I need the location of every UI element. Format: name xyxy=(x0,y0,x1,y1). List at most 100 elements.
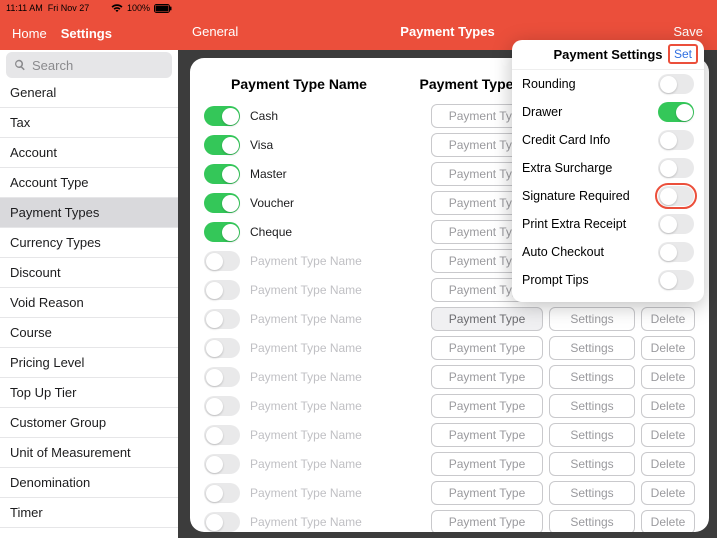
sidebar-item-payment-types[interactable]: Payment Types xyxy=(0,198,178,228)
row-toggle[interactable] xyxy=(204,135,240,155)
tab-general[interactable]: General xyxy=(192,24,238,39)
settings-button[interactable]: Settings xyxy=(549,510,635,532)
table-row: Payment Type Name Payment TypeSettingsDel… xyxy=(204,479,695,507)
row-name[interactable]: Master xyxy=(250,167,394,181)
payment-type-button[interactable]: Payment Type xyxy=(431,423,543,447)
battery-icon xyxy=(154,4,172,13)
option-toggle[interactable] xyxy=(658,186,694,206)
search-placeholder: Search xyxy=(32,58,73,73)
delete-button[interactable]: Delete xyxy=(641,365,695,389)
main: General Payment Types Save Payment Type … xyxy=(178,0,717,538)
popover-set-button[interactable]: Set xyxy=(668,44,698,64)
sidebar-list: GeneralTaxAccountAccount TypePayment Typ… xyxy=(0,78,178,538)
sidebar-item-customer-group[interactable]: Customer Group xyxy=(0,408,178,438)
delete-button[interactable]: Delete xyxy=(641,452,695,476)
table-row: Payment Type Name Payment TypeSettingsDel… xyxy=(204,392,695,420)
sidebar-item-timer[interactable]: Timer xyxy=(0,498,178,528)
option-toggle[interactable] xyxy=(658,158,694,178)
sidebar-item-void-reason[interactable]: Void Reason xyxy=(0,288,178,318)
option-toggle[interactable] xyxy=(658,242,694,262)
row-name[interactable]: Payment Type Name xyxy=(250,283,394,297)
payment-type-button[interactable]: Payment Type xyxy=(431,394,543,418)
settings-button[interactable]: Settings xyxy=(549,365,635,389)
sidebar-item-account[interactable]: Account xyxy=(0,138,178,168)
payment-type-button[interactable]: Payment Type xyxy=(431,336,543,360)
delete-button[interactable]: Delete xyxy=(641,481,695,505)
row-name[interactable]: Payment Type Name xyxy=(250,399,394,413)
delete-button[interactable]: Delete xyxy=(641,423,695,447)
sidebar-item-denomination[interactable]: Denomination xyxy=(0,468,178,498)
sidebar-item-course[interactable]: Course xyxy=(0,318,178,348)
settings-button[interactable]: Settings xyxy=(549,336,635,360)
option-toggle[interactable] xyxy=(658,130,694,150)
delete-button[interactable]: Delete xyxy=(641,307,695,331)
row-toggle[interactable] xyxy=(204,251,240,271)
home-link[interactable]: Home xyxy=(12,26,47,41)
row-toggle[interactable] xyxy=(204,280,240,300)
payment-settings-popover: Payment Settings Set RoundingDrawerCredi… xyxy=(512,40,704,302)
payment-type-button[interactable]: Payment Type xyxy=(431,365,543,389)
payment-type-button[interactable]: Payment Type xyxy=(431,481,543,505)
row-name[interactable]: Payment Type Name xyxy=(250,515,394,529)
sidebar-header: Home Settings xyxy=(0,16,178,50)
sidebar-item-general[interactable]: General xyxy=(0,78,178,108)
row-name[interactable]: Payment Type Name xyxy=(250,370,394,384)
settings-button[interactable]: Settings xyxy=(549,307,635,331)
row-name[interactable]: Cash xyxy=(250,109,394,123)
settings-button[interactable]: Settings xyxy=(549,394,635,418)
row-name[interactable]: Voucher xyxy=(250,196,394,210)
sidebar-item-top-up-tier[interactable]: Top Up Tier xyxy=(0,378,178,408)
sidebar-item-currency-types[interactable]: Currency Types xyxy=(0,228,178,258)
sidebar-item-tax[interactable]: Tax xyxy=(0,108,178,138)
option-toggle[interactable] xyxy=(658,214,694,234)
option-label: Rounding xyxy=(522,77,576,91)
row-name[interactable]: Payment Type Name xyxy=(250,457,394,471)
table-row: Payment Type Name Payment TypeSettingsDel… xyxy=(204,421,695,449)
row-name[interactable]: Payment Type Name xyxy=(250,254,394,268)
row-toggle[interactable] xyxy=(204,367,240,387)
row-toggle[interactable] xyxy=(204,396,240,416)
row-toggle[interactable] xyxy=(204,193,240,213)
sidebar-item-discount[interactable]: Discount xyxy=(0,258,178,288)
page-title: Payment Types xyxy=(400,24,494,39)
option-label: Extra Surcharge xyxy=(522,161,612,175)
popover-option-prompt-tips: Prompt Tips xyxy=(512,266,704,294)
row-toggle[interactable] xyxy=(204,309,240,329)
delete-button[interactable]: Delete xyxy=(641,394,695,418)
payment-type-button[interactable]: Payment Type xyxy=(431,307,543,331)
row-name[interactable]: Payment Type Name xyxy=(250,341,394,355)
row-toggle[interactable] xyxy=(204,512,240,532)
settings-button[interactable]: Settings xyxy=(549,423,635,447)
option-toggle[interactable] xyxy=(658,270,694,290)
row-name[interactable]: Visa xyxy=(250,138,394,152)
sidebar-item-account-type[interactable]: Account Type xyxy=(0,168,178,198)
popover-title: Payment Settings xyxy=(553,47,662,62)
row-toggle[interactable] xyxy=(204,222,240,242)
option-toggle[interactable] xyxy=(658,74,694,94)
sidebar-item-unit-of-measurement[interactable]: Unit of Measurement xyxy=(0,438,178,468)
row-toggle[interactable] xyxy=(204,338,240,358)
row-toggle[interactable] xyxy=(204,164,240,184)
row-name[interactable]: Payment Type Name xyxy=(250,312,394,326)
row-toggle[interactable] xyxy=(204,483,240,503)
row-toggle[interactable] xyxy=(204,106,240,126)
settings-button[interactable]: Settings xyxy=(549,452,635,476)
row-name[interactable]: Payment Type Name xyxy=(250,486,394,500)
row-name[interactable]: Cheque xyxy=(250,225,394,239)
row-toggle[interactable] xyxy=(204,454,240,474)
payment-type-button[interactable]: Payment Type xyxy=(431,510,543,532)
option-label: Prompt Tips xyxy=(522,273,589,287)
delete-button[interactable]: Delete xyxy=(641,510,695,532)
sidebar-item-pricing-level[interactable]: Pricing Level xyxy=(0,348,178,378)
save-button[interactable]: Save xyxy=(673,24,703,39)
settings-link[interactable]: Settings xyxy=(61,26,112,41)
search-input[interactable]: Search xyxy=(6,52,172,78)
row-name[interactable]: Payment Type Name xyxy=(250,428,394,442)
popover-option-drawer: Drawer xyxy=(512,98,704,126)
payment-type-button[interactable]: Payment Type xyxy=(431,452,543,476)
settings-button[interactable]: Settings xyxy=(549,481,635,505)
delete-button[interactable]: Delete xyxy=(641,336,695,360)
row-toggle[interactable] xyxy=(204,425,240,445)
option-label: Signature Required xyxy=(522,189,630,203)
option-toggle[interactable] xyxy=(658,102,694,122)
